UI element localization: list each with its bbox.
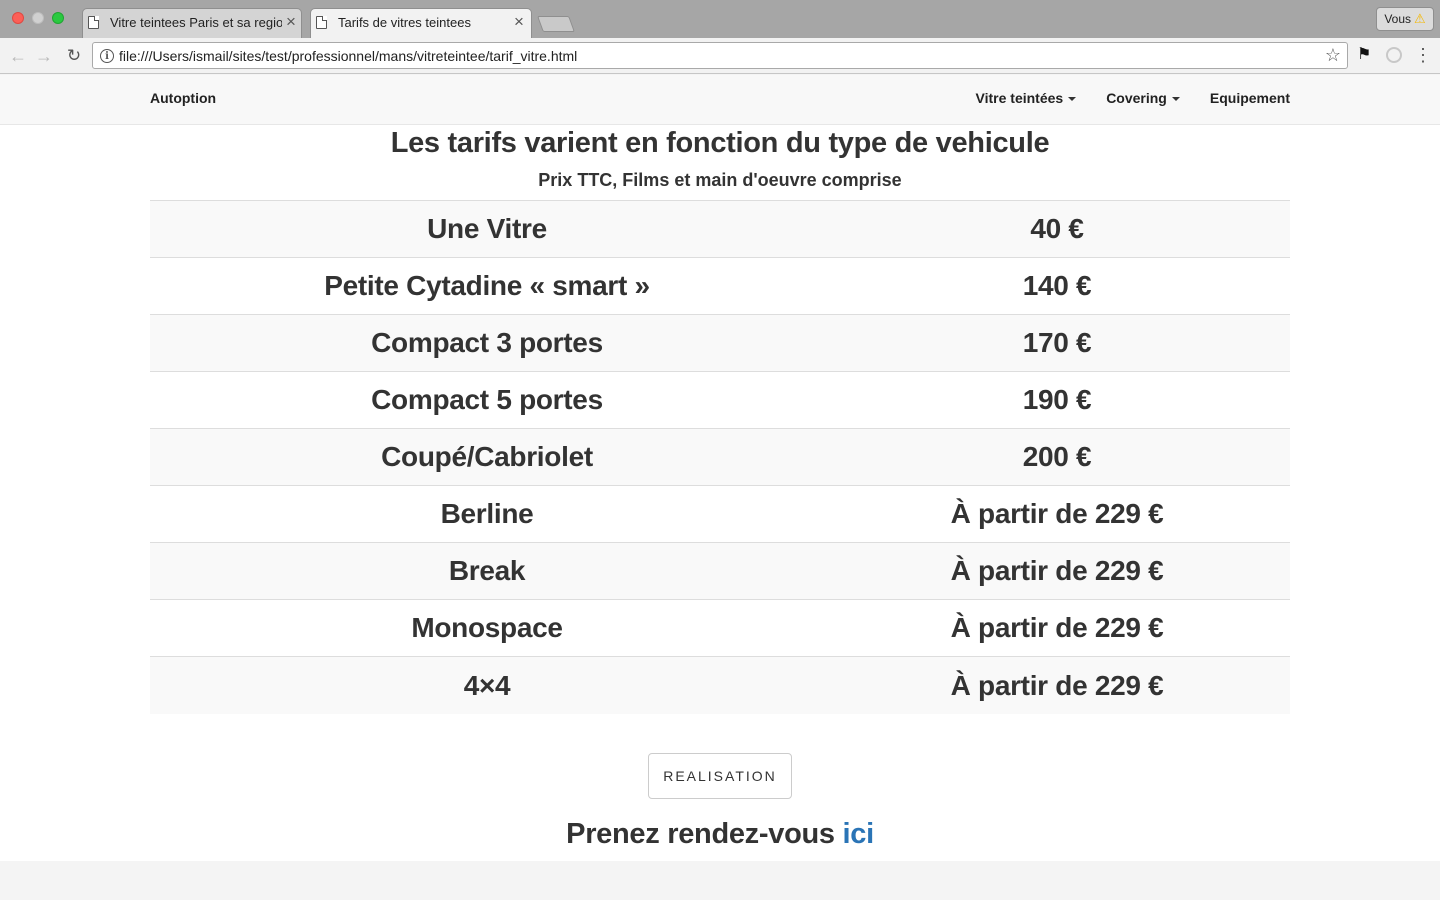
vehicle-type: Compact 5 portes bbox=[371, 384, 603, 415]
url-text[interactable]: file:///Users/ismail/sites/test/professi… bbox=[119, 48, 577, 64]
tab-close-icon[interactable]: × bbox=[514, 12, 524, 32]
site-brand[interactable]: Autoption bbox=[150, 90, 216, 106]
price: À partir de 229 € bbox=[950, 555, 1164, 586]
page-title: Les tarifs varient en fonction du type d… bbox=[390, 127, 1050, 159]
window-minimize-button[interactable] bbox=[32, 12, 44, 24]
nav-item-equipement[interactable]: Equipement bbox=[1210, 90, 1290, 106]
appointment-link[interactable]: ici bbox=[843, 818, 875, 850]
vehicle-type: Break bbox=[448, 555, 526, 586]
window-maximize-button[interactable] bbox=[52, 12, 64, 24]
table-row: Berline À partir de 229 € bbox=[150, 486, 1290, 543]
table-row: 4×4 À partir de 229 € bbox=[150, 657, 1290, 714]
vehicle-type: Monospace bbox=[411, 612, 563, 643]
vehicle-type: Coupé/Cabriolet bbox=[381, 441, 593, 472]
caret-down-icon bbox=[1171, 96, 1180, 101]
page-icon bbox=[316, 16, 327, 29]
tab-title: Tarifs de vitres teintees bbox=[338, 15, 471, 30]
site-navbar: Autoption Vitre teintées Covering Equipe… bbox=[0, 75, 1440, 125]
page-icon bbox=[88, 16, 99, 29]
price: À partir de 229 € bbox=[950, 612, 1164, 643]
browser-tab-active[interactable]: Tarifs de vitres teintees × bbox=[302, 8, 540, 39]
caret-down-icon bbox=[1068, 96, 1077, 101]
forward-icon[interactable]: → bbox=[32, 44, 56, 68]
nav-item-covering[interactable]: Covering bbox=[1106, 90, 1180, 106]
address-bar[interactable]: i file:///Users/ismail/sites/test/profes… bbox=[92, 42, 1348, 69]
table-row: Coupé/Cabriolet 200 € bbox=[150, 429, 1290, 486]
nav-item-label: Vitre teintées bbox=[975, 90, 1064, 106]
nav-item-label: Equipement bbox=[1209, 90, 1290, 106]
profile-button[interactable]: Vous ⚠ bbox=[1376, 7, 1434, 31]
info-icon[interactable]: i bbox=[100, 49, 114, 63]
price: 170 € bbox=[1022, 327, 1092, 358]
table-row: Petite Cytadine « smart » 140 € bbox=[150, 258, 1290, 315]
vertical-dots-icon[interactable]: ⋮ bbox=[1414, 43, 1432, 67]
table-row: Une Vitre 40 € bbox=[150, 201, 1290, 258]
table-row: Compact 5 portes 190 € bbox=[150, 372, 1290, 429]
warning-icon: ⚠ bbox=[1414, 11, 1426, 26]
tab-close-icon[interactable]: × bbox=[286, 12, 296, 32]
price: 190 € bbox=[1022, 384, 1092, 415]
appointment-text: Prenez rendez-vous bbox=[566, 818, 835, 850]
price: 40 € bbox=[1030, 213, 1084, 244]
web-page: Autoption Vitre teintées Covering Equipe… bbox=[0, 75, 1440, 900]
star-icon[interactable]: ☆ bbox=[1325, 45, 1341, 66]
extension-icon[interactable] bbox=[1386, 47, 1402, 63]
table-row: Break À partir de 229 € bbox=[150, 543, 1290, 600]
browser-tab-strip: Vitre teintees Paris et sa region × Tari… bbox=[0, 0, 1440, 39]
table-row: Compact 3 portes 170 € bbox=[150, 315, 1290, 372]
pricing-table: Une Vitre 40 € Petite Cytadine « smart »… bbox=[150, 200, 1290, 714]
price: 200 € bbox=[1022, 441, 1092, 472]
vehicle-type: 4×4 bbox=[463, 669, 511, 701]
vehicle-type: Compact 3 portes bbox=[371, 327, 603, 358]
price: À partir de 229 € bbox=[950, 498, 1164, 529]
footer bbox=[0, 861, 1440, 900]
extension-icon[interactable]: ⚑ bbox=[1357, 44, 1371, 64]
price: 140 € bbox=[1022, 270, 1092, 301]
appointment-cta: Prenez rendez-vous ici bbox=[0, 818, 1440, 851]
tab-title: Vitre teintees Paris et sa region bbox=[110, 15, 282, 30]
realisation-button[interactable]: REALISATION bbox=[648, 753, 792, 799]
browser-toolbar: ← → ↻ i file:///Users/ismail/sites/test/… bbox=[0, 38, 1440, 74]
window-close-button[interactable] bbox=[12, 12, 24, 24]
nav-links: Vitre teintées Covering Equipement bbox=[976, 90, 1290, 106]
back-icon[interactable]: ← bbox=[6, 44, 30, 68]
new-tab-button[interactable] bbox=[537, 16, 575, 32]
vehicle-type: Berline bbox=[440, 498, 534, 529]
page-subtitle: Prix TTC, Films et main d'oeuvre compris… bbox=[538, 170, 902, 190]
price: À partir de 229 € bbox=[950, 669, 1164, 701]
nav-item-label: Covering bbox=[1106, 90, 1167, 106]
profile-label: Vous bbox=[1384, 12, 1412, 26]
vehicle-type: Petite Cytadine « smart » bbox=[324, 270, 650, 301]
vehicle-type: Une Vitre bbox=[427, 213, 547, 244]
nav-item-vitre-teintees[interactable]: Vitre teintées bbox=[976, 90, 1077, 106]
browser-tab[interactable]: Vitre teintees Paris et sa region × bbox=[74, 8, 310, 38]
reload-icon[interactable]: ↻ bbox=[62, 44, 86, 68]
table-row: Monospace À partir de 229 € bbox=[150, 600, 1290, 657]
